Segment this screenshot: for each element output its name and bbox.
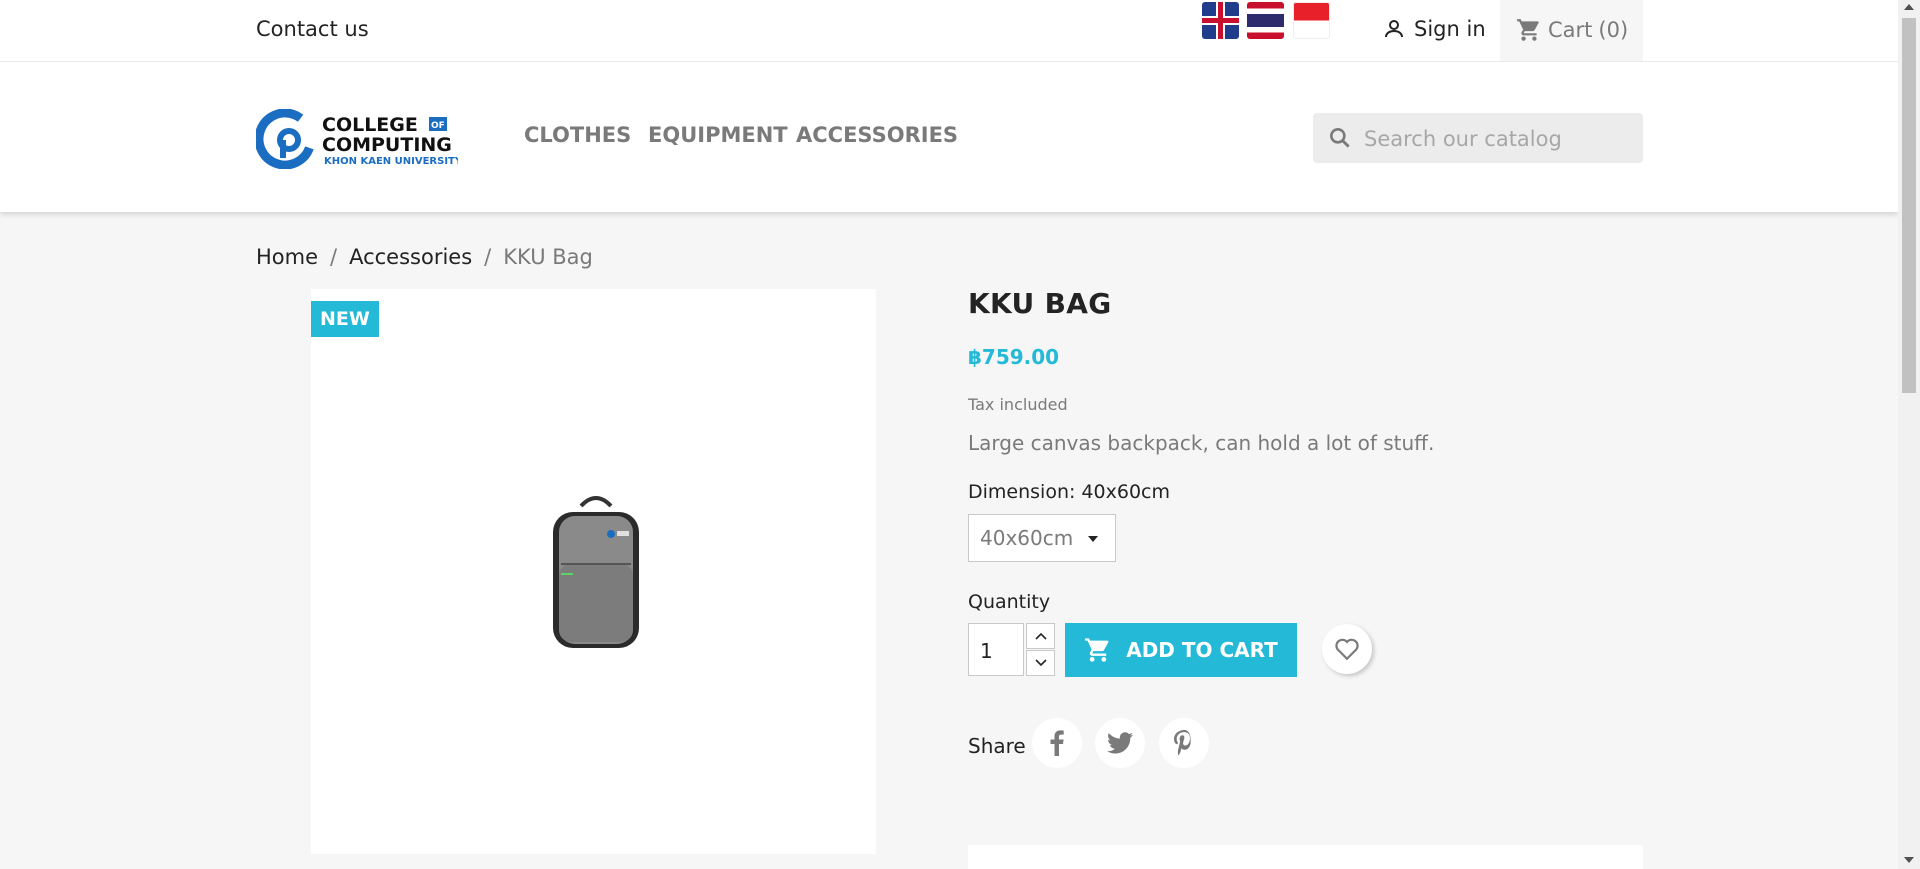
breadcrumb-home[interactable]: Home (256, 245, 318, 269)
search-input[interactable] (1362, 113, 1636, 165)
twitter-icon (1107, 732, 1133, 754)
cart-button[interactable]: Cart (0) (1500, 0, 1643, 61)
top-bar: Contact us Sign in Cart (0) (0, 0, 1898, 62)
logo-of: OF (431, 121, 445, 131)
nav-equipment[interactable]: EQUIPMENT (648, 123, 788, 147)
heart-icon (1335, 638, 1359, 661)
uk-flag-icon[interactable] (1202, 2, 1239, 39)
nav-clothes[interactable]: CLOTHES (524, 123, 631, 147)
breadcrumb: Home / Accessories / KKU Bag (256, 245, 593, 269)
quantity-input[interactable]: 1 (968, 623, 1024, 676)
dimension-selected-value: 40x60cm (980, 526, 1074, 550)
page-scrollbar[interactable] (1898, 0, 1920, 869)
share-twitter-button[interactable] (1095, 718, 1145, 768)
dimension-select[interactable]: 40x60cm (968, 514, 1116, 562)
quantity-increment-button[interactable] (1026, 623, 1055, 649)
quantity-decrement-button[interactable] (1026, 650, 1055, 676)
tax-note: Tax included (968, 395, 1068, 414)
sign-in-label: Sign in (1414, 17, 1486, 41)
share-pinterest-button[interactable] (1159, 718, 1209, 768)
share-label: Share (968, 734, 1026, 758)
product-image[interactable]: NEW (311, 289, 876, 854)
add-to-cart-label: ADD TO CART (1126, 638, 1278, 662)
main-header: COLLEGE OF COMPUTING KHON KAEN UNIVERSIT… (0, 62, 1898, 212)
breadcrumb-separator: / (484, 245, 492, 269)
shopping-cart-icon (1517, 19, 1539, 41)
nav-accessories[interactable]: ACCESSORIES (796, 123, 958, 147)
college-of-computing-logo[interactable]: COLLEGE OF COMPUTING KHON KAEN UNIVERSIT… (256, 109, 458, 169)
scroll-down-arrow-icon[interactable] (1904, 857, 1914, 863)
caret-down-icon (1088, 536, 1098, 542)
indonesia-flag-icon[interactable] (1293, 2, 1330, 39)
user-icon (1385, 20, 1403, 38)
breadcrumb-separator: / (330, 245, 338, 269)
logo-line1: COLLEGE (322, 114, 418, 136)
dimension-label: Dimension: 40x60cm (968, 481, 1170, 503)
scroll-thumb[interactable] (1902, 18, 1916, 393)
wishlist-button[interactable] (1322, 624, 1372, 674)
logo-line2: COMPUTING (322, 134, 452, 156)
facebook-icon (1050, 730, 1064, 756)
quantity-label: Quantity (968, 591, 1051, 613)
product-description: Large canvas backpack, can hold a lot of… (968, 431, 1435, 455)
contact-us-link[interactable]: Contact us (256, 17, 369, 41)
search-icon[interactable] (1327, 125, 1353, 151)
product-title: KKU BAG (968, 287, 1112, 320)
cart-count: (0) (1598, 18, 1629, 42)
product-price: ฿759.00 (968, 345, 1060, 369)
breadcrumb-category[interactable]: Accessories (349, 245, 472, 269)
chevron-up-icon (1034, 632, 1047, 640)
new-badge: NEW (311, 301, 379, 337)
share-facebook-button[interactable] (1032, 718, 1082, 768)
sign-in-link[interactable]: Sign in (1382, 17, 1486, 41)
logo-line3: KHON KAEN UNIVERSITY (324, 156, 458, 167)
search-box (1313, 113, 1643, 165)
product-details-panel (968, 845, 1643, 869)
cart-label: Cart (1548, 18, 1593, 42)
backpack-image (553, 496, 639, 648)
breadcrumb-current: KKU Bag (503, 245, 593, 269)
scroll-up-arrow-icon[interactable] (1904, 4, 1914, 10)
add-to-cart-button[interactable]: ADD TO CART (1065, 623, 1297, 677)
thailand-flag-icon[interactable] (1247, 2, 1284, 39)
shopping-cart-icon (1085, 638, 1109, 662)
pinterest-icon (1174, 730, 1191, 756)
quantity-value: 1 (980, 639, 993, 663)
chevron-down-icon (1034, 659, 1047, 667)
